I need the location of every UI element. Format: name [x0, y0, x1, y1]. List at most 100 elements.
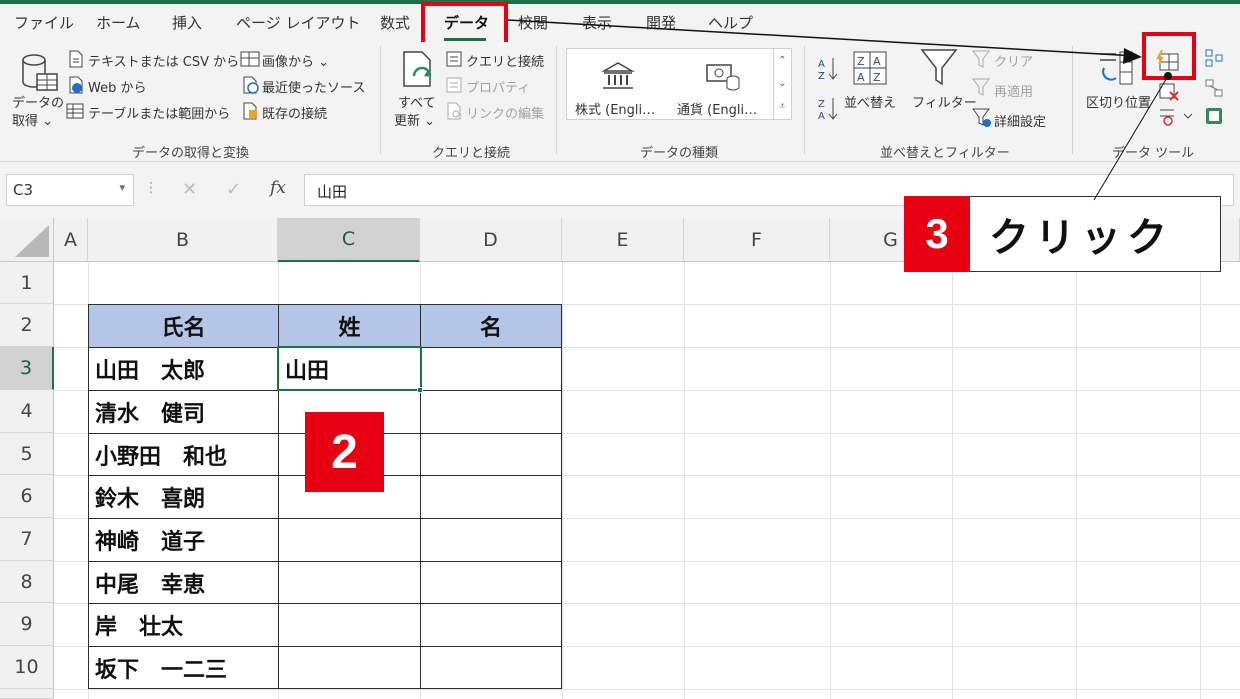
table-cell-fullname[interactable]: 岸 壮太	[88, 603, 279, 647]
table-cell-surname[interactable]	[278, 561, 421, 604]
clear-button[interactable]: クリア	[994, 51, 1033, 70]
tab-home[interactable]: ホーム	[96, 12, 141, 33]
table-header-given-name[interactable]: 名	[420, 304, 562, 348]
sort-button[interactable]: 並べ替え	[844, 92, 896, 111]
table-cell-surname[interactable]	[278, 603, 421, 647]
tab-formulas[interactable]: 数式	[380, 12, 410, 33]
row-header-8[interactable]: 8	[0, 561, 54, 603]
column-header-d[interactable]: D	[420, 218, 562, 262]
tab-help[interactable]: ヘルプ	[708, 12, 753, 33]
select-all-corner[interactable]	[0, 218, 54, 262]
relationships-icon[interactable]	[1204, 78, 1224, 98]
column-header-a[interactable]: A	[54, 218, 88, 262]
column-header-f[interactable]: F	[684, 218, 830, 262]
filter-button[interactable]: フィルター	[912, 92, 977, 111]
row-header-1[interactable]: 1	[0, 262, 54, 304]
table-header-surname[interactable]: 姓	[278, 304, 421, 348]
get-data-label-1[interactable]: データの	[12, 92, 64, 111]
image-icon	[240, 51, 260, 67]
from-text-csv-button[interactable]: テキストまたは CSV から	[88, 51, 239, 70]
table-cell-given-name[interactable]	[420, 475, 562, 519]
enter-icon[interactable]: ✓	[226, 179, 241, 200]
get-data-label-2[interactable]: 取得 ⌄	[12, 110, 53, 129]
reapply-icon	[972, 78, 990, 96]
data-validation-icon[interactable]	[1158, 106, 1194, 126]
menu-bar: ファイル ホーム 挿入 ページ レイアウト 数式 データ 校閲 表示 開発 ヘル…	[0, 4, 1240, 42]
advanced-filter-button[interactable]: 詳細設定	[994, 111, 1046, 130]
tab-review[interactable]: 校閲	[518, 12, 548, 33]
row-header-9[interactable]: 9	[0, 603, 54, 646]
recent-sources-icon	[243, 76, 259, 94]
table-cell-given-name[interactable]	[420, 518, 562, 562]
get-data-icon[interactable]	[20, 52, 60, 96]
refresh-all-label-2[interactable]: 更新 ⌄	[394, 110, 435, 129]
table-cell-fullname[interactable]: 小野田 和也	[88, 433, 279, 476]
table-cell-surname[interactable]	[278, 646, 421, 689]
from-image-button[interactable]: 画像から ⌄	[262, 51, 329, 70]
data-types-gallery[interactable]: 株式 (Engli… 通貨 (Engli… ⌃ ⌄ ⩡	[566, 48, 792, 120]
row-header-5[interactable]: 5	[0, 433, 54, 475]
text-to-columns-button[interactable]: 区切り位置	[1086, 92, 1151, 111]
queries-connections-button[interactable]: クエリと接続	[466, 51, 544, 70]
currency-button[interactable]: 通貨 (Engli…	[677, 99, 757, 118]
svg-text:Z: Z	[873, 71, 881, 84]
consolidate-icon[interactable]	[1204, 48, 1224, 68]
row-header-2[interactable]: 2	[0, 304, 54, 347]
column-header-b[interactable]: B	[88, 218, 278, 262]
tab-view[interactable]: 表示	[582, 12, 612, 33]
properties-button[interactable]: プロパティ	[466, 77, 530, 96]
table-cell-fullname[interactable]: 清水 健司	[88, 390, 279, 434]
insert-function-icon[interactable]: fx	[270, 178, 286, 198]
row-header-7[interactable]: 7	[0, 518, 54, 561]
refresh-all-label-1[interactable]: すべて	[398, 92, 436, 111]
column-header-e[interactable]: E	[562, 218, 684, 262]
from-web-button[interactable]: Web から	[88, 77, 146, 96]
tab-developer[interactable]: 開発	[646, 12, 676, 33]
sort-za-icon[interactable]: ZA	[818, 96, 838, 122]
gridline	[952, 262, 953, 699]
tab-insert[interactable]: 挿入	[172, 12, 202, 33]
name-box-dropdown-icon[interactable]: ▾	[119, 181, 125, 194]
data-model-icon[interactable]	[1204, 106, 1224, 126]
fill-handle[interactable]	[417, 387, 423, 393]
text-to-columns-icon[interactable]	[1096, 48, 1136, 88]
row-header-11[interactable]	[0, 689, 54, 699]
edit-links-button[interactable]: リンクの編集	[466, 103, 544, 122]
stocks-button[interactable]: 株式 (Engli…	[575, 99, 655, 118]
tab-page-layout[interactable]: ページ レイアウト	[236, 12, 360, 33]
currency-icon	[706, 64, 740, 91]
table-cell-fullname[interactable]: 山田 太郎	[88, 347, 279, 391]
column-header-c[interactable]: C	[278, 218, 420, 262]
row-header-10[interactable]: 10	[0, 646, 54, 689]
table-cell-fullname[interactable]: 鈴木 喜朗	[88, 475, 279, 519]
cancel-icon[interactable]: ✕	[182, 179, 197, 200]
gallery-scroll[interactable]: ⌃ ⌄ ⩡	[773, 49, 791, 119]
tab-file[interactable]: ファイル	[14, 12, 74, 33]
table-cell-fullname[interactable]: 坂下 一二三	[88, 646, 279, 689]
table-cell-given-name[interactable]	[420, 433, 562, 476]
group-label-get-transform: データの取得と変換	[132, 146, 250, 161]
table-cell-surname[interactable]	[278, 518, 421, 562]
row-header-6[interactable]: 6	[0, 475, 54, 518]
remove-duplicates-icon[interactable]	[1158, 82, 1180, 102]
name-box[interactable]: C3 ▾	[6, 174, 134, 206]
from-table-range-button[interactable]: テーブルまたは範囲から	[88, 103, 230, 122]
sort-az-icon[interactable]: AZ	[818, 56, 838, 82]
reapply-button[interactable]: 再適用	[994, 81, 1033, 100]
table-header-fullname[interactable]: 氏名	[88, 304, 279, 348]
filter-icon[interactable]	[920, 48, 958, 88]
row-header-3[interactable]: 3	[0, 347, 54, 390]
refresh-all-icon[interactable]	[400, 50, 440, 90]
table-cell-given-name[interactable]	[420, 646, 562, 689]
table-cell-given-name[interactable]	[420, 603, 562, 647]
table-cell-fullname[interactable]: 中尾 幸恵	[88, 561, 279, 604]
table-cell-fullname[interactable]: 神崎 道子	[88, 518, 279, 562]
sort-icon[interactable]: Z AA Z	[852, 50, 888, 86]
table-cell-given-name[interactable]	[420, 347, 562, 391]
table-cell-given-name[interactable]	[420, 390, 562, 434]
recent-sources-button[interactable]: 最近使ったソース	[262, 77, 365, 96]
row-header-4[interactable]: 4	[0, 390, 54, 433]
existing-connections-button[interactable]: 既存の接続	[262, 103, 327, 122]
properties-icon	[446, 77, 462, 93]
table-cell-given-name[interactable]	[420, 561, 562, 604]
